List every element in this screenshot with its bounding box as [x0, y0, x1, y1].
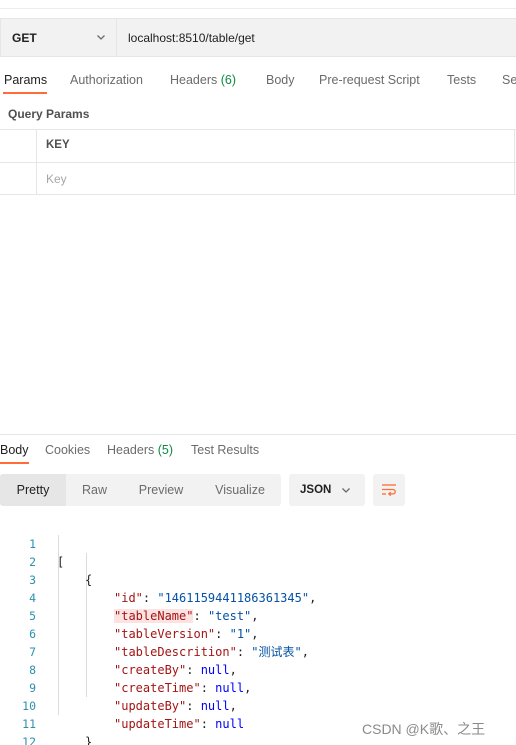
code-line: 5 "tableVersion": "1",	[0, 589, 516, 641]
tab-headers[interactable]: Headers (6)	[170, 73, 236, 87]
table-row: Key	[0, 162, 516, 195]
watermark: CSDN @K歌、之王	[362, 721, 486, 737]
view-pretty-button[interactable]: Pretty	[0, 474, 66, 506]
table-right-border	[514, 163, 515, 194]
view-preview-button[interactable]: Preview	[123, 474, 199, 506]
chevron-down-icon	[97, 35, 105, 40]
code-text: }	[85, 735, 93, 745]
response-tab-test-results[interactable]: Test Results	[191, 443, 259, 457]
query-params-table: KEY Key	[0, 129, 516, 196]
tab-body[interactable]: Body	[266, 73, 295, 87]
table-header-row: KEY	[0, 129, 516, 162]
code-line: 11 }	[0, 697, 516, 745]
tab-params[interactable]: Params	[4, 73, 47, 87]
view-raw-button[interactable]: Raw	[66, 474, 123, 506]
headers-count-badge: (6)	[220, 73, 237, 87]
tab-authorization[interactable]: Authorization	[70, 73, 143, 87]
code-line: 4 "tableName": "test",	[0, 571, 516, 623]
code-line: 10 "updateTime": null	[0, 679, 516, 731]
header-check-cell	[0, 130, 37, 162]
wrap-lines-icon	[382, 484, 396, 497]
response-tab-headers-label: Headers	[107, 443, 155, 457]
top-divider	[0, 8, 516, 9]
tab-tests[interactable]: Tests	[447, 73, 476, 87]
method-select[interactable]: GET	[0, 18, 116, 57]
request-url-bar: GET localhost:8510/table/get	[0, 18, 516, 57]
key-input[interactable]: Key	[46, 172, 67, 186]
wrap-lines-button[interactable]	[373, 474, 405, 506]
active-response-tab-indicator	[0, 462, 29, 464]
code-line: 1 [	[0, 517, 516, 569]
view-visualize-button[interactable]: Visualize	[199, 474, 281, 506]
code-line: 2 {	[0, 535, 516, 587]
code-line: 3 "id": "1461159441186361345",	[0, 553, 516, 605]
code-line: 6 "tableDescrition": "测试表",	[0, 607, 516, 659]
chevron-down-icon	[342, 488, 350, 493]
tab-headers-label: Headers	[170, 73, 218, 87]
code-line: 8 "createTime": null,	[0, 643, 516, 695]
response-view-bar: Pretty Raw Preview Visualize JSON	[0, 474, 516, 507]
code-line: 7 "createBy": null,	[0, 625, 516, 677]
format-select-label: JSON	[300, 484, 332, 496]
response-tab-body[interactable]: Body	[0, 443, 29, 457]
active-tab-indicator	[3, 92, 47, 94]
query-params-title: Query Params	[8, 107, 90, 121]
response-tab-headers[interactable]: Headers (5)	[107, 443, 173, 457]
request-tabs: Params Authorization Headers (6) Body Pr…	[0, 67, 516, 95]
response-tab-cookies[interactable]: Cookies	[45, 443, 90, 457]
row-check-cell[interactable]	[0, 163, 37, 194]
tab-settings[interactable]: Se	[502, 73, 516, 87]
response-tabs: Body Cookies Headers (5) Test Results	[0, 442, 516, 466]
response-headers-count-badge: (5)	[157, 443, 174, 457]
line-number: 12	[22, 735, 36, 745]
response-body-editor[interactable]: 1 [ 2 { 3 "id": "1461159441186361345", 4…	[0, 517, 516, 745]
key-column-header: KEY	[46, 139, 70, 151]
view-mode-segmented-control: Pretty Raw Preview Visualize	[0, 474, 281, 506]
format-select[interactable]: JSON	[289, 474, 365, 506]
response-divider[interactable]	[0, 434, 516, 435]
table-right-border	[514, 130, 515, 162]
code-line: 9 "updateBy": null,	[0, 661, 516, 713]
url-input[interactable]: localhost:8510/table/get	[116, 18, 516, 57]
method-label: GET	[12, 30, 37, 45]
tab-pre-request-script[interactable]: Pre-request Script	[319, 73, 420, 87]
